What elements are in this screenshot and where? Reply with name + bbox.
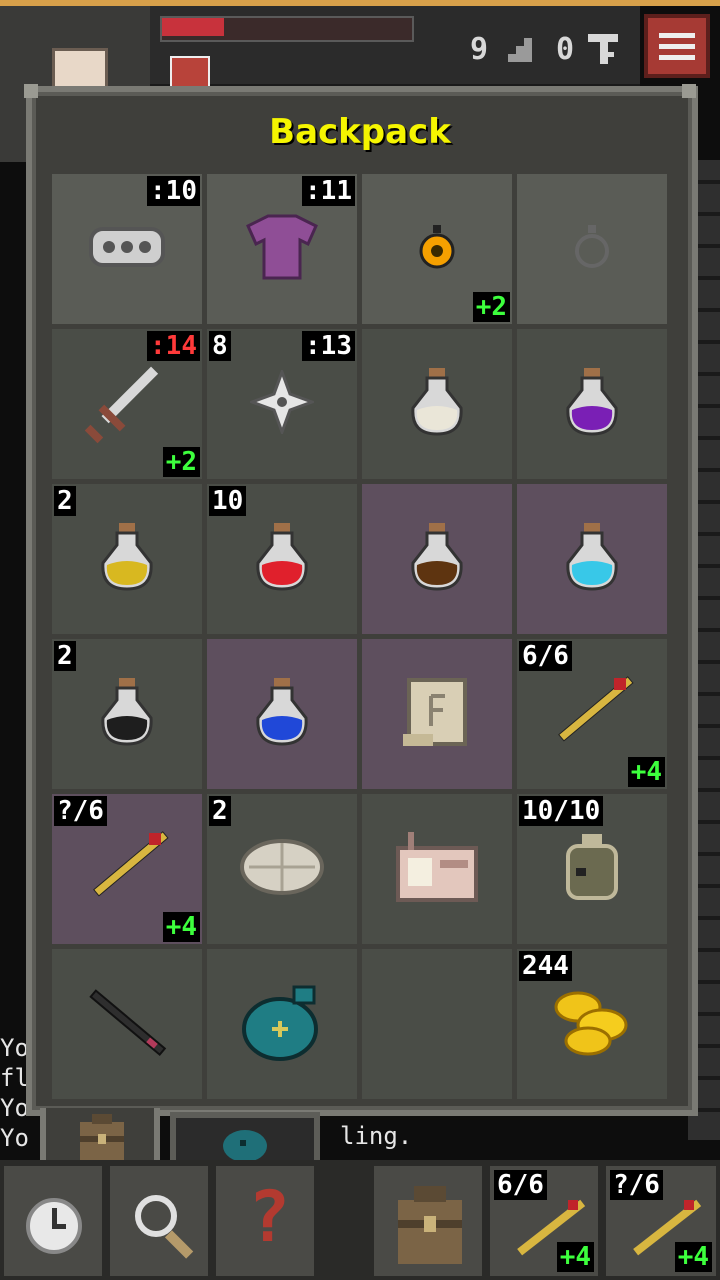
slot-strength-req: :11 xyxy=(302,176,355,206)
backpack-slot[interactable]: :11 xyxy=(207,174,357,324)
backpack-slot[interactable]: 2 xyxy=(52,484,202,634)
slot-strength-req: :14 xyxy=(147,331,200,361)
scroll-icon xyxy=(399,674,475,754)
backpack-slot[interactable] xyxy=(362,949,512,1099)
keys-value: 0 xyxy=(556,32,575,67)
quickslot-charges: ?/6 xyxy=(610,1170,663,1200)
slot-quantity: 2 xyxy=(209,796,231,826)
potion-blue-icon xyxy=(254,676,310,752)
backpack-slot[interactable]: :14 +2 xyxy=(52,329,202,479)
log-fragment: ling. xyxy=(340,1122,413,1150)
backpack-slot[interactable]: 2 xyxy=(52,639,202,789)
backpack-slot[interactable] xyxy=(362,639,512,789)
menu-icon xyxy=(659,32,695,38)
backpack-title: Backpack xyxy=(269,112,451,152)
search-button[interactable] xyxy=(106,1162,212,1280)
backpack-slot[interactable]: 244 xyxy=(517,949,667,1099)
menu-button[interactable] xyxy=(644,14,710,78)
slot-quantity: 2 xyxy=(54,641,76,671)
health-bar-fill xyxy=(162,18,224,36)
backpack-slot[interactable]: 8 :13 xyxy=(207,329,357,479)
slot-upgrade-level: +4 xyxy=(162,912,200,942)
slot-quantity: 244 xyxy=(519,951,572,981)
backpack-slot[interactable] xyxy=(517,484,667,634)
potion-red-icon xyxy=(254,521,310,597)
radio-icon xyxy=(394,830,480,908)
key-icon xyxy=(588,34,618,64)
question-mark-icon: ? xyxy=(248,1176,291,1258)
quickslot-level: +4 xyxy=(674,1242,712,1272)
slot-upgrade-level: +2 xyxy=(472,292,510,322)
backpack-slot[interactable] xyxy=(362,329,512,479)
cloth-armor-icon xyxy=(244,212,320,286)
potion-brown-icon xyxy=(409,521,465,597)
wand-icon xyxy=(546,672,638,756)
slot-strength-req: :10 xyxy=(147,176,200,206)
potion-white-icon xyxy=(409,366,465,442)
backpack-grid: :10 :11 +2 :14 +2 8 :13 2 10 2 6/6 +4 ?/6 +4 2 10/10 244 xyxy=(52,174,668,1099)
backpack-slot[interactable] xyxy=(517,174,667,324)
backpack-slot[interactable] xyxy=(362,794,512,944)
backpack-slot[interactable] xyxy=(517,329,667,479)
slot-upgrade-level: +4 xyxy=(627,757,665,787)
inventory-button[interactable] xyxy=(370,1162,486,1280)
potion-yellow-icon xyxy=(99,521,155,597)
knuckleduster-icon xyxy=(87,225,167,273)
backpack-slot[interactable] xyxy=(207,639,357,789)
quickslot-charges: 6/6 xyxy=(494,1170,547,1200)
backpack-slot[interactable]: ?/6 +4 xyxy=(52,794,202,944)
gold-icon xyxy=(552,987,632,1061)
quickslot-2[interactable]: ?/6 +4 xyxy=(602,1162,720,1280)
log-line: Yo xyxy=(0,1124,29,1152)
slot-quantity: 2 xyxy=(54,486,76,516)
backpack-slot[interactable] xyxy=(52,949,202,1099)
waterskin-icon xyxy=(562,832,622,906)
quickslot-1[interactable]: 6/6 +4 xyxy=(486,1162,602,1280)
empty-ring-slot-icon xyxy=(572,223,612,275)
seed-pouch-icon xyxy=(240,981,324,1067)
slot-quantity: 6/6 xyxy=(519,641,572,671)
clock-icon xyxy=(26,1198,82,1254)
backpack-slot[interactable]: +2 xyxy=(362,174,512,324)
backpack-slot[interactable]: 10/10 xyxy=(517,794,667,944)
potion-cyan-icon xyxy=(564,521,620,597)
slot-upgrade-level: +2 xyxy=(162,447,200,477)
backpack-icon xyxy=(398,1186,462,1264)
window-corner xyxy=(24,84,38,98)
sword-icon xyxy=(79,354,175,454)
ring-icon xyxy=(417,223,457,275)
examine-button[interactable]: ? xyxy=(212,1162,318,1280)
window-corner xyxy=(682,84,696,98)
depth-value: 9 xyxy=(470,32,489,67)
backpack-slot[interactable]: :10 xyxy=(52,174,202,324)
ration-icon xyxy=(239,837,325,901)
backpack-slot[interactable]: 10 xyxy=(207,484,357,634)
slot-strength-req: :13 xyxy=(302,331,355,361)
slot-quantity: 10/10 xyxy=(519,796,604,826)
backpack-slot[interactable]: 6/6 +4 xyxy=(517,639,667,789)
slot-quantity: 8 xyxy=(209,331,231,361)
dart-icon xyxy=(87,982,167,1066)
slot-quantity: ?/6 xyxy=(54,796,107,826)
backpack-slot[interactable] xyxy=(362,484,512,634)
potion-purple-icon xyxy=(564,366,620,442)
seed-pouch-icon xyxy=(223,1130,267,1162)
wait-button[interactable] xyxy=(0,1162,106,1280)
slot-quantity: 10 xyxy=(209,486,247,516)
shuriken-icon xyxy=(247,367,317,438)
potion-black-icon xyxy=(99,676,155,752)
backpack-slot[interactable]: 2 xyxy=(207,794,357,944)
backpack-slot[interactable] xyxy=(207,949,357,1099)
quickslot-level: +4 xyxy=(556,1242,594,1272)
stairs-icon xyxy=(502,38,532,62)
magnifier-icon xyxy=(135,1195,194,1259)
wand-icon xyxy=(81,827,173,911)
